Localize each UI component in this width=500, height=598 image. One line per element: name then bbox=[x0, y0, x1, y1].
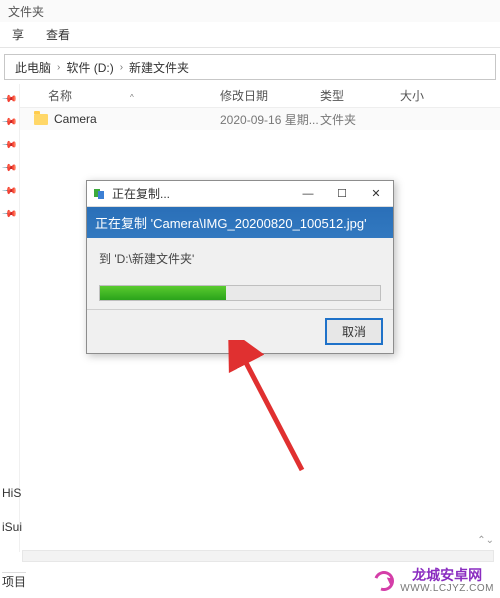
share-menu[interactable]: 享 bbox=[8, 23, 28, 46]
pin-icon: 📌 bbox=[1, 183, 18, 200]
maximize-button[interactable]: ☐ bbox=[325, 181, 359, 207]
status-fragment: 项目 bbox=[2, 572, 26, 590]
crumb-this-pc[interactable]: 此电脑 bbox=[11, 59, 55, 76]
scroll-arrow-icon[interactable]: ⌃⌄ bbox=[477, 535, 494, 546]
close-button[interactable]: ✕ bbox=[359, 181, 393, 207]
column-header-row: 名称 ^ 修改日期 类型 大小 bbox=[20, 84, 500, 108]
cancel-button[interactable]: 取消 bbox=[325, 318, 383, 345]
pin-icon: 📌 bbox=[1, 206, 18, 223]
sidebar-fragment: HiS bbox=[2, 486, 21, 500]
titlebar-fragment: 文件夹 bbox=[0, 0, 500, 22]
table-row[interactable]: Camera 2020-09-16 星期... 文件夹 bbox=[20, 108, 500, 130]
quick-access-rail: 📌 📌 📌 📌 📌 📌 bbox=[0, 84, 20, 552]
dialog-banner: 正在复制 'Camera\IMG_20200820_100512.jpg' bbox=[87, 207, 393, 238]
pin-icon: 📌 bbox=[1, 160, 18, 177]
sidebar-fragment: iSui bbox=[2, 520, 22, 534]
watermark-url: WWW.LCJYZ.COM bbox=[400, 583, 494, 594]
minimize-button[interactable]: — bbox=[291, 181, 325, 207]
watermark-logo-icon bbox=[371, 568, 398, 595]
progress-bar bbox=[99, 285, 381, 301]
column-type[interactable]: 类型 bbox=[320, 87, 400, 104]
column-size[interactable]: 大小 bbox=[400, 87, 460, 104]
crumb-folder[interactable]: 新建文件夹 bbox=[125, 59, 193, 76]
chevron-right-icon: › bbox=[118, 62, 125, 73]
pin-icon: 📌 bbox=[1, 91, 18, 108]
progress-fill bbox=[100, 286, 226, 300]
chevron-right-icon: › bbox=[55, 62, 62, 73]
dialog-title: 正在复制... bbox=[112, 185, 291, 202]
pin-icon: 📌 bbox=[1, 114, 18, 131]
pin-icon: 📌 bbox=[1, 137, 18, 154]
horizontal-scrollbar[interactable] bbox=[22, 550, 494, 562]
destination-text: 到 'D:\新建文件夹' bbox=[99, 250, 381, 267]
column-date[interactable]: 修改日期 bbox=[220, 87, 320, 104]
cell-type: 文件夹 bbox=[320, 111, 400, 128]
menu-bar: 享 查看 bbox=[0, 22, 500, 48]
view-menu[interactable]: 查看 bbox=[42, 23, 74, 46]
folder-icon bbox=[34, 114, 48, 125]
copy-dialog: 正在复制... — ☐ ✕ 正在复制 'Camera\IMG_20200820_… bbox=[86, 180, 394, 354]
cell-name: Camera bbox=[54, 112, 97, 126]
cell-date: 2020-09-16 星期... bbox=[220, 111, 320, 128]
watermark-title: 龙城安卓网 bbox=[400, 568, 494, 583]
copy-icon bbox=[93, 187, 107, 201]
dialog-titlebar[interactable]: 正在复制... — ☐ ✕ bbox=[87, 181, 393, 207]
watermark: 龙城安卓网 WWW.LCJYZ.COM bbox=[374, 568, 494, 594]
column-name[interactable]: 名称 ^ bbox=[20, 87, 220, 104]
breadcrumb[interactable]: 此电脑 › 软件 (D:) › 新建文件夹 bbox=[4, 54, 496, 80]
sort-indicator-icon: ^ bbox=[130, 93, 134, 102]
crumb-drive[interactable]: 软件 (D:) bbox=[62, 59, 117, 76]
